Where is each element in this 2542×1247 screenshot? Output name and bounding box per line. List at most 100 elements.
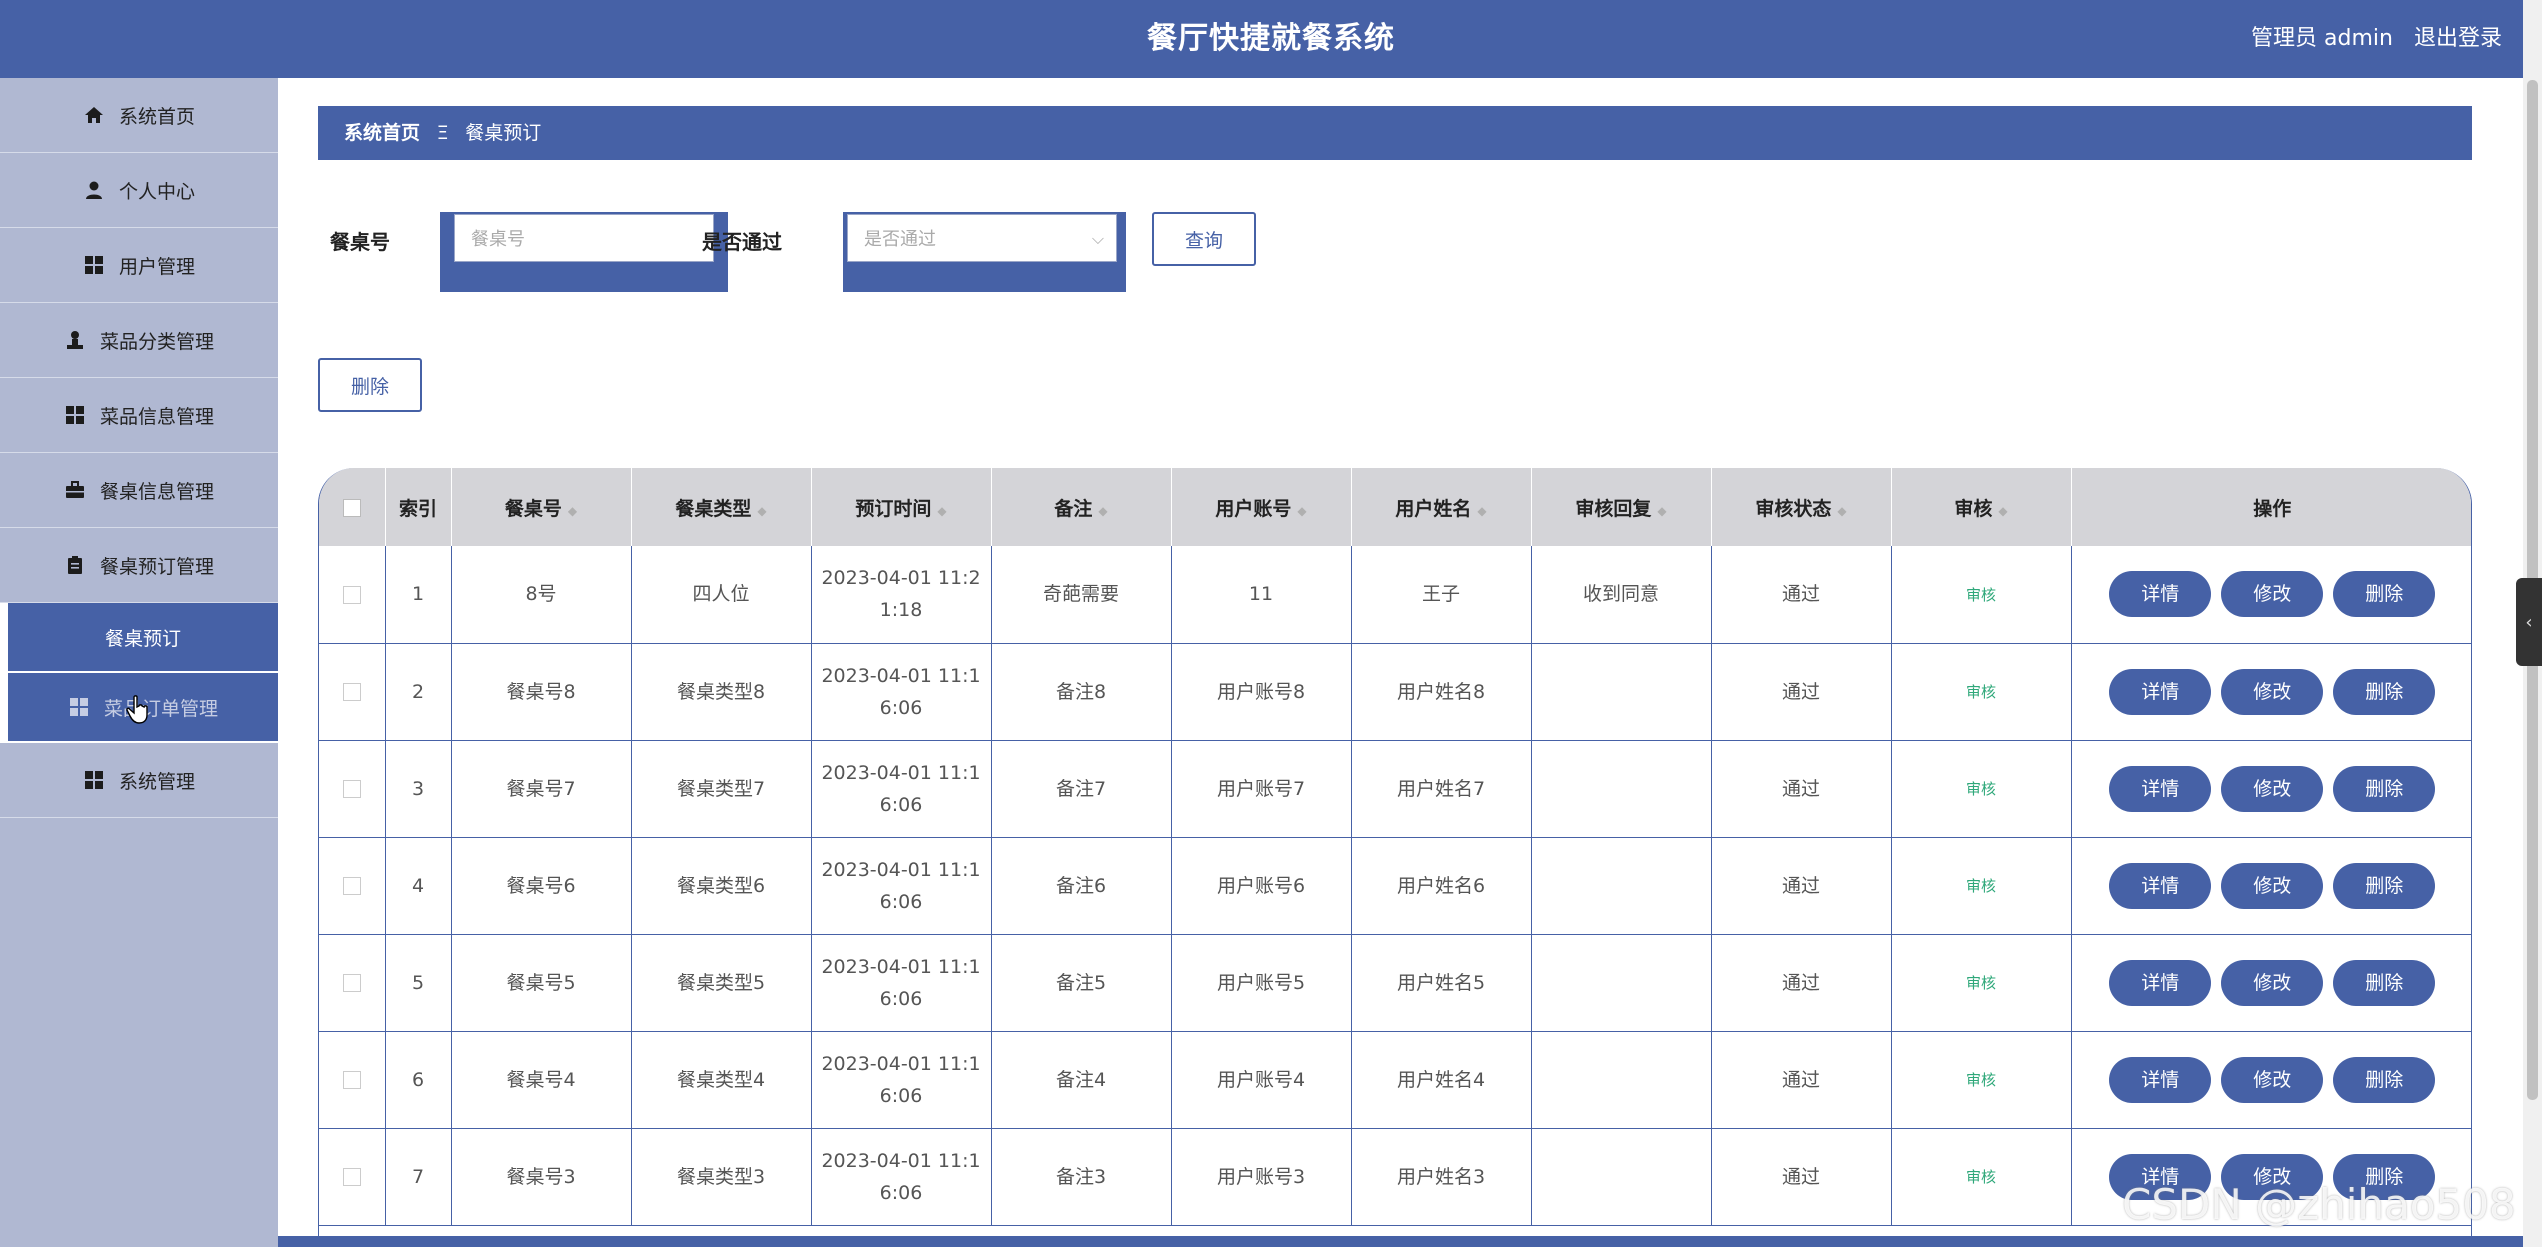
account-cell: 用户账号4 — [1171, 1031, 1352, 1129]
status-cell: 通过 — [1711, 1128, 1892, 1226]
row-delete-button[interactable]: 删除 — [2333, 959, 2436, 1006]
detail-button[interactable]: 详情 — [2109, 765, 2212, 812]
sidebar-item-profile[interactable]: 个人中心 — [0, 153, 278, 228]
column-header[interactable]: 审核 ◆ — [1891, 468, 2072, 546]
logout-link[interactable]: 退出登录 — [2414, 26, 2502, 51]
actions-cell: 详情 修改 删除 — [2071, 546, 2471, 644]
edit-button[interactable]: 修改 — [2221, 959, 2324, 1006]
column-header[interactable]: 用户姓名 ◆ — [1351, 468, 1532, 546]
row-delete-button[interactable]: 删除 — [2333, 571, 2436, 618]
row-select-cell[interactable] — [319, 837, 386, 935]
table-no-input[interactable]: 餐桌号 — [454, 214, 714, 262]
column-header[interactable]: 审核状态 ◆ — [1711, 468, 1892, 546]
table-type-cell: 餐桌类型3 — [631, 1128, 812, 1226]
row-checkbox[interactable] — [342, 683, 361, 701]
column-header[interactable]: 审核回复 ◆ — [1531, 468, 1712, 546]
delete-button[interactable]: 删除 — [318, 358, 422, 412]
table-no-cell: 餐桌号5 — [451, 934, 632, 1032]
audit-cell: 审核 — [1891, 546, 2072, 644]
name-cell: 用户姓名7 — [1351, 740, 1532, 838]
passed-select-frame: 是否通过 ⌵ — [843, 212, 1126, 292]
note-cell: 备注3 — [991, 1128, 1172, 1226]
column-header[interactable]: 餐桌号 ◆ — [451, 468, 632, 546]
column-header[interactable]: 用户账号 ◆ — [1171, 468, 1352, 546]
audit-link[interactable]: 审核 — [1966, 1071, 1996, 1089]
detail-button[interactable]: 详情 — [2109, 668, 2212, 715]
row-delete-button[interactable]: 删除 — [2333, 668, 2436, 715]
audit-link[interactable]: 审核 — [1966, 1168, 1996, 1186]
bottom-strip — [278, 1236, 2523, 1247]
sidebar-item-dish-category[interactable]: 菜品分类管理 — [0, 303, 278, 378]
booking-time-line-1: 2023-04-01 11:1 — [821, 664, 981, 687]
row-delete-button[interactable]: 删除 — [2333, 862, 2436, 909]
column-header[interactable]: 餐桌类型 ◆ — [631, 468, 812, 546]
row-checkbox[interactable] — [342, 877, 361, 895]
sort-icon[interactable]: ◆ — [568, 504, 577, 518]
sort-icon[interactable]: ◆ — [1477, 504, 1486, 518]
edit-button[interactable]: 修改 — [2221, 571, 2324, 618]
edit-button[interactable]: 修改 — [2221, 862, 2324, 909]
select-all-checkbox[interactable] — [342, 498, 361, 517]
edit-button[interactable]: 修改 — [2221, 765, 2324, 812]
audit-link[interactable]: 审核 — [1966, 683, 1996, 701]
search-form: 餐桌号 餐桌号 是否通过 是否通过 ⌵ 查询 — [318, 212, 1318, 292]
row-select-cell[interactable] — [319, 1128, 386, 1226]
row-select-cell[interactable] — [319, 546, 386, 644]
column-header[interactable]: 预订时间 ◆ — [811, 468, 992, 546]
sort-icon[interactable]: ◆ — [1998, 504, 2007, 518]
row-select-cell[interactable] — [319, 740, 386, 838]
row-checkbox[interactable] — [342, 974, 361, 992]
passed-select[interactable]: 是否通过 ⌵ — [847, 214, 1117, 262]
row-checkbox[interactable] — [342, 585, 361, 604]
row-checkbox[interactable] — [342, 1168, 361, 1186]
audit-link[interactable]: 审核 — [1966, 877, 1996, 895]
sidebar-item-users[interactable]: 用户管理 — [0, 228, 278, 303]
select-all-cell[interactable] — [319, 468, 386, 546]
row-checkbox[interactable] — [342, 780, 361, 798]
column-header[interactable]: 备注 ◆ — [991, 468, 1172, 546]
row-delete-button[interactable]: 删除 — [2333, 1056, 2436, 1103]
detail-button[interactable]: 详情 — [2109, 862, 2212, 909]
status-cell: 通过 — [1711, 1031, 1892, 1129]
sidebar-item-home[interactable]: 系统首页 — [0, 78, 278, 153]
collapse-panel-icon[interactable]: ‹ — [2516, 578, 2542, 666]
audit-cell: 审核 — [1891, 1031, 2072, 1129]
edit-button[interactable]: 修改 — [2221, 668, 2324, 715]
detail-button[interactable]: 详情 — [2109, 571, 2212, 618]
row-select-cell[interactable] — [319, 934, 386, 1032]
detail-button[interactable]: 详情 — [2109, 959, 2212, 1006]
booking-time-cell: 2023-04-01 11:1 6:06 — [811, 1031, 992, 1129]
sort-icon[interactable]: ◆ — [937, 504, 946, 518]
row-select-cell[interactable] — [319, 643, 386, 741]
audit-link[interactable]: 审核 — [1966, 780, 1996, 798]
note-cell: 备注7 — [991, 740, 1172, 838]
actions-cell: 详情 修改 删除 — [2071, 934, 2471, 1032]
sidebar-item-dish-info[interactable]: 菜品信息管理 — [0, 378, 278, 453]
query-button[interactable]: 查询 — [1152, 212, 1256, 266]
sidebar-subitem-table-booking[interactable]: 餐桌预订 — [0, 603, 278, 673]
table-no-label: 餐桌号 — [330, 230, 390, 254]
sidebar-subitem-dish-orders[interactable]: 菜品订单管理 — [0, 673, 278, 743]
reply-cell — [1531, 1031, 1712, 1129]
sidebar-item-table-info[interactable]: 餐桌信息管理 — [0, 453, 278, 528]
sort-icon[interactable]: ◆ — [1837, 504, 1846, 518]
booking-time-line-1: 2023-04-01 11:1 — [821, 955, 981, 978]
passed-select-placeholder: 是否通过 — [864, 229, 936, 250]
detail-button[interactable]: 详情 — [2109, 1056, 2212, 1103]
breadcrumb-home[interactable]: 系统首页 — [344, 122, 420, 144]
audit-link[interactable]: 审核 — [1966, 974, 1996, 992]
sidebar: 系统首页 个人中心 用户管理 菜品分类管理 菜品信息管理 餐桌信息管理 餐桌预订… — [0, 78, 278, 1247]
sort-icon[interactable]: ◆ — [1657, 504, 1666, 518]
row-select-cell[interactable] — [319, 1031, 386, 1129]
row-delete-button[interactable]: 删除 — [2333, 765, 2436, 812]
sort-icon[interactable]: ◆ — [757, 504, 766, 518]
audit-link[interactable]: 审核 — [1966, 586, 1996, 604]
edit-button[interactable]: 修改 — [2221, 1056, 2324, 1103]
sort-icon[interactable]: ◆ — [1098, 504, 1107, 518]
sidebar-item-system[interactable]: 系统管理 — [0, 743, 278, 818]
sidebar-item-table-booking[interactable]: 餐桌预订管理 — [0, 528, 278, 603]
note-cell: 奇葩需要 — [991, 546, 1172, 644]
sort-icon[interactable]: ◆ — [1297, 504, 1306, 518]
booking-time-cell: 2023-04-01 11:1 6:06 — [811, 934, 992, 1032]
row-checkbox[interactable] — [342, 1071, 361, 1089]
